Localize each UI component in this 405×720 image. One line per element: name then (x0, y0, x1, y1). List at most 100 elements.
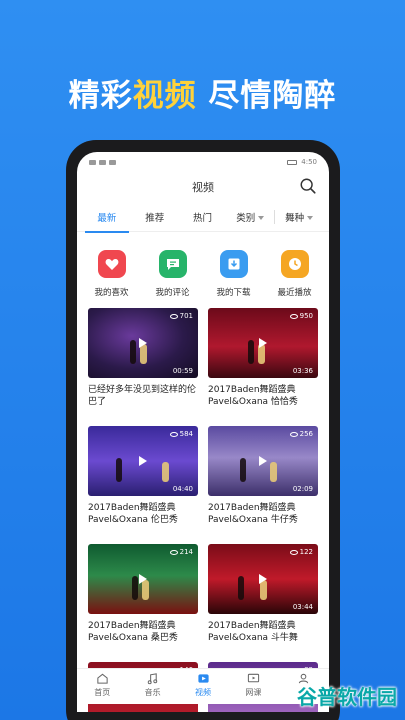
play-icon[interactable] (259, 338, 267, 348)
video-card[interactable]: 256 02:09 2017Baden舞蹈盛典 Pavel&Oxana 牛仔秀 (208, 426, 318, 540)
play-icon[interactable] (259, 456, 267, 466)
dancer-figure (130, 340, 136, 364)
eye-icon (289, 431, 298, 437)
comment-icon (158, 250, 187, 278)
video-duration: 02:09 (292, 485, 313, 493)
dancer-figure (238, 576, 244, 600)
play-icon[interactable] (139, 456, 147, 466)
watermark-text: 谷普软件园 (297, 685, 397, 709)
dancer-figure (116, 458, 122, 482)
nav-video[interactable]: 视频 (178, 669, 228, 704)
category-tabs: 最新 推荐 热门 类别 舞种 (77, 202, 329, 233)
wifi-icon (109, 159, 116, 165)
home-icon (94, 672, 110, 685)
video-card[interactable]: 950 03:36 2017Baden舞蹈盛典 Pavel&Oxana 恰恰秀 (208, 308, 318, 422)
video-thumbnail[interactable]: 584 04:40 (88, 426, 198, 496)
video-title[interactable]: 2017Baden舞蹈盛典 Pavel&Oxana 斗牛舞 (208, 614, 318, 658)
video-card[interactable]: 701 00:59 已经好多年没见到这样的伦巴了 (88, 308, 198, 422)
headline-highlight: 视频 (132, 78, 197, 114)
view-count: 122 (289, 548, 313, 556)
status-icons (89, 159, 116, 165)
music-icon (145, 672, 161, 685)
status-bar: 4:50 (77, 152, 329, 172)
my-downloads-button[interactable]: 我的下载 (204, 250, 264, 298)
video-duration: 03:36 (292, 367, 313, 375)
battery-icon (287, 159, 298, 165)
view-count: 950 (289, 312, 313, 320)
headline-part-1: 精彩 (68, 78, 133, 114)
my-likes-button[interactable]: 我的喜欢 (82, 250, 142, 298)
tab-popular[interactable]: 热门 (179, 210, 227, 224)
eye-icon (169, 549, 178, 555)
video-title[interactable]: 2017Baden舞蹈盛典 Pavel&Oxana 牛仔秀 (208, 496, 318, 540)
course-icon (245, 672, 261, 685)
video-title[interactable]: 2017Baden舞蹈盛典 Pavel&Oxana 桑巴秀 (88, 614, 198, 658)
quick-action-label: 我的喜欢 (94, 288, 129, 298)
tab-category[interactable]: 类别 (226, 210, 274, 224)
play-icon[interactable] (139, 574, 147, 584)
video-thumbnail[interactable]: 214 (88, 544, 198, 614)
video-card[interactable]: 122 03:44 2017Baden舞蹈盛典 Pavel&Oxana 斗牛舞 (208, 544, 318, 658)
nav-label: 网课 (245, 688, 262, 697)
search-icon[interactable] (299, 177, 317, 195)
video-card[interactable]: 584 04:40 2017Baden舞蹈盛典 Pavel&Oxana 伦巴秀 (88, 426, 198, 540)
recent-plays-button[interactable]: 最近播放 (265, 250, 325, 298)
sim-icon (89, 159, 96, 165)
dancer-figure (270, 462, 277, 482)
nav-label: 音乐 (144, 688, 161, 697)
video-duration: 00:59 (172, 367, 193, 375)
play-icon[interactable] (259, 574, 267, 584)
eye-icon (289, 313, 298, 319)
video-title[interactable]: 2017Baden舞蹈盛典 Pavel&Oxana 恰恰秀 (208, 378, 318, 422)
nav-music[interactable]: 音乐 (127, 669, 177, 704)
tab-recommended[interactable]: 推荐 (131, 210, 179, 224)
quick-action-label: 最近播放 (277, 288, 312, 298)
dancer-figure (132, 576, 138, 600)
quick-action-label: 我的评论 (155, 288, 190, 298)
view-count: 701 (169, 312, 193, 320)
dancer-figure (248, 340, 254, 364)
eye-icon (289, 549, 298, 555)
tab-dance-type[interactable]: 舞种 (275, 210, 323, 224)
play-icon[interactable] (139, 338, 147, 348)
download-icon (219, 250, 248, 278)
video-thumbnail[interactable]: 701 00:59 (88, 308, 198, 378)
nav-label: 首页 (94, 688, 111, 697)
eye-icon (169, 313, 178, 319)
video-icon (195, 672, 211, 685)
dancer-figure (240, 458, 246, 482)
nav-course[interactable]: 网课 (228, 669, 278, 704)
video-card[interactable]: 214 2017Baden舞蹈盛典 Pavel&Oxana 桑巴秀 (88, 544, 198, 658)
chevron-down-icon (258, 216, 265, 220)
bottom-navigation: 首页 音乐 视频 网课 (77, 668, 329, 704)
watermark-logo: 谷普软件园 (297, 681, 397, 710)
my-comments-button[interactable]: 我的评论 (143, 250, 203, 298)
view-count: 256 (289, 430, 313, 438)
video-thumbnail[interactable]: 256 02:09 (208, 426, 318, 496)
signal-icon (99, 159, 106, 165)
view-count: 214 (169, 548, 193, 556)
heart-icon (97, 250, 126, 278)
quick-actions: 我的喜欢 我的评论 我的下载 最近播放 (77, 232, 329, 308)
quick-action-label: 我的下载 (216, 288, 251, 298)
nav-home[interactable]: 首页 (77, 669, 127, 704)
promo-headline: 精彩视频 尽情陶醉 (0, 70, 405, 115)
video-thumbnail[interactable]: 122 03:44 (208, 544, 318, 614)
title-bar: 视频 (77, 172, 329, 202)
video-grid: 701 00:59 已经好多年没见到这样的伦巴了 950 03:36 2017B… (77, 308, 329, 712)
video-title[interactable]: 2017Baden舞蹈盛典 Pavel&Oxana 伦巴秀 (88, 496, 198, 540)
nav-label: 视频 (195, 688, 212, 697)
video-duration: 03:44 (292, 603, 313, 611)
video-title[interactable]: 已经好多年没见到这样的伦巴了 (88, 378, 198, 422)
status-time: 4:50 (301, 158, 317, 166)
video-thumbnail[interactable]: 950 03:36 (208, 308, 318, 378)
view-count: 584 (169, 430, 193, 438)
eye-icon (169, 431, 178, 437)
tab-latest[interactable]: 最新 (83, 210, 131, 233)
chevron-down-icon (307, 216, 314, 220)
page-title: 视频 (192, 181, 214, 194)
dancer-figure (162, 462, 169, 482)
headline-part-3: 尽情陶醉 (196, 78, 337, 114)
app-screen: 4:50 视频 最新 推荐 热门 类别 舞种 我的喜欢 我的评论 我的下载 最近… (77, 152, 329, 712)
video-duration: 04:40 (172, 485, 193, 493)
